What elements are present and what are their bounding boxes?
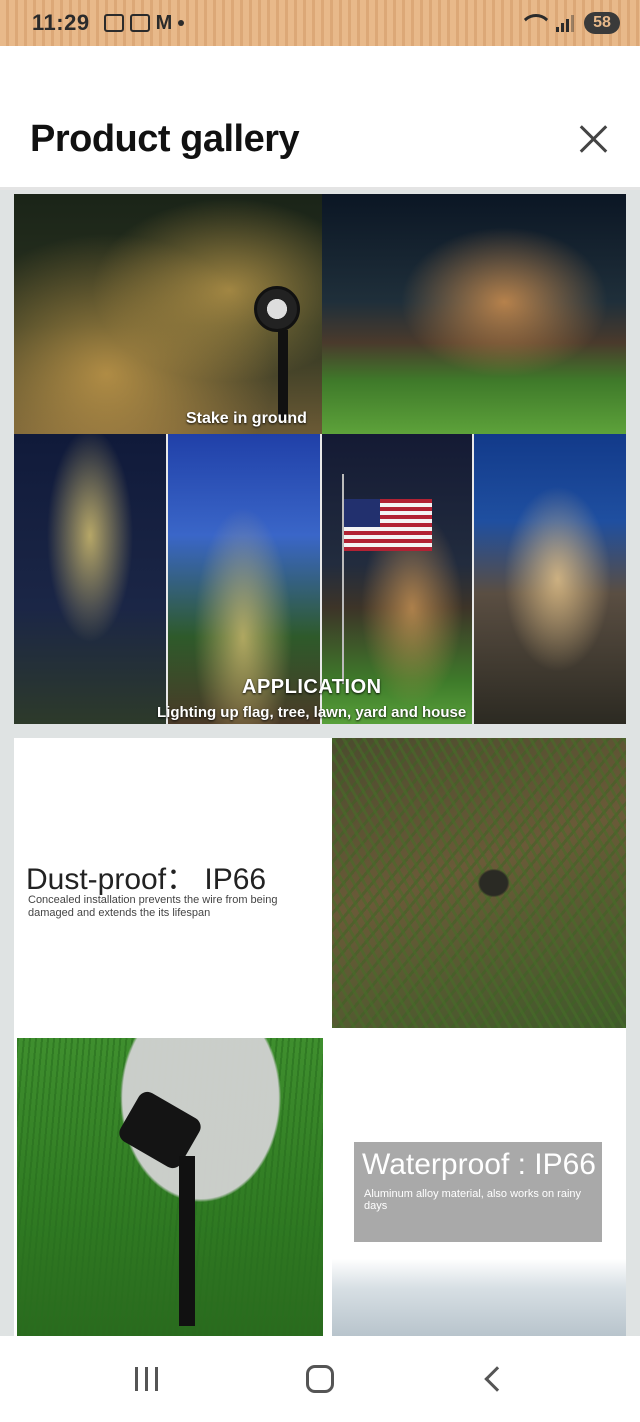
- waterproof-banner: Waterproof : IP66 Aluminum alloy materia…: [354, 1142, 602, 1242]
- photo-palm-tree-lit: [14, 434, 166, 724]
- application-label: APPLICATION: [242, 676, 382, 698]
- dot-icon: [178, 20, 185, 26]
- status-time: 11:29: [32, 10, 90, 35]
- application-subtitle: Lighting up flag, tree, lawn, yard and h…: [157, 704, 467, 721]
- close-icon[interactable]: [574, 119, 614, 159]
- wifi-icon: [520, 14, 546, 32]
- photo-spotlight-in-rain: [17, 1038, 323, 1336]
- dust-proof-panel: Dust-proof： IP66 Concealed installation …: [14, 738, 330, 1036]
- status-system-icons: 58: [520, 12, 620, 34]
- spotlight-stake: [179, 1156, 195, 1326]
- battery-icon: 58: [584, 12, 620, 34]
- waterproof-panel: Waterproof : IP66 Aluminum alloy materia…: [332, 1038, 626, 1336]
- home-icon: [305, 1365, 334, 1393]
- dust-proof-title: Dust-proof： IP66: [26, 863, 267, 896]
- home-button[interactable]: [290, 1354, 350, 1404]
- divider: [166, 434, 168, 724]
- waterproof-subtitle: Aluminum alloy material, also works on r…: [364, 1188, 582, 1212]
- gmail-icon: M: [155, 11, 173, 34]
- pdf-icon: [129, 14, 150, 32]
- signal-icon: [556, 14, 574, 32]
- recent-apps-button[interactable]: [117, 1354, 177, 1404]
- page-title: Product gallery: [30, 118, 300, 160]
- stake-label: Stake in ground: [186, 410, 307, 427]
- product-gallery[interactable]: Stake in ground APPLICATION Lighting up …: [0, 190, 640, 1336]
- back-icon: [484, 1366, 511, 1392]
- photo-house-facade: [474, 434, 626, 724]
- back-button[interactable]: [463, 1354, 523, 1404]
- divider: [472, 434, 474, 724]
- status-notification-icons: M: [103, 11, 185, 35]
- screenshot-icon: [103, 14, 124, 32]
- gallery-image-application[interactable]: Stake in ground APPLICATION Lighting up …: [14, 194, 626, 724]
- photo-house-lawn-night: [322, 194, 626, 434]
- status-bar: 11:29 M 58: [0, 0, 640, 46]
- photo-grass-ground-light: [332, 738, 626, 1028]
- gallery-header: Product gallery: [0, 46, 640, 190]
- gallery-image-features[interactable]: Dust-proof： IP66 Concealed installation …: [14, 738, 626, 1336]
- dust-proof-subtitle: Concealed installation prevents the wire…: [28, 894, 278, 920]
- spotlight-lamp-icon: [254, 286, 300, 332]
- waterproof-title: Waterproof : IP66: [362, 1148, 596, 1181]
- recent-apps-icon: [135, 1367, 159, 1391]
- screen: 11:29 M 58 Product gallery Stake in grou…: [0, 0, 640, 1422]
- lamp-stake: [278, 330, 288, 420]
- system-nav-bar: [0, 1336, 640, 1422]
- us-flag: [344, 499, 432, 551]
